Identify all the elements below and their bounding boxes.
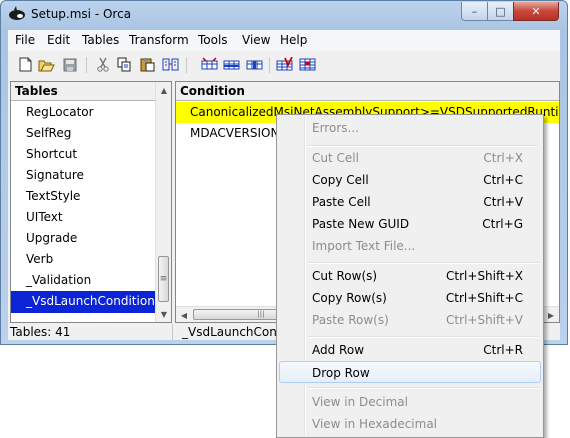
menu-item-drop-row[interactable]: Drop Row [279,361,541,383]
tables-icon[interactable] [201,56,218,73]
tables-scroll-thumb[interactable]: ≡ [158,256,169,302]
paste-icon[interactable] [139,56,156,73]
menu-separator [308,262,538,264]
toolbar-separator [269,57,270,73]
window-title: Setup.msi - Orca [31,7,132,21]
toolbar-separator [86,57,87,73]
new-icon[interactable] [17,56,34,73]
toolbar [8,52,560,78]
close-button[interactable]: ✕ [513,2,559,21]
menu-item-paste-new-guid[interactable]: Paste New GUID Ctrl+G [279,213,541,235]
table-item-reglocator[interactable]: RegLocator [11,102,157,123]
minimize-button[interactable]: – [461,2,488,21]
menu-item-errors[interactable]: Errors... [279,117,541,139]
title-bar[interactable]: Setup.msi - Orca – □ ✕ [1,1,567,29]
cut-icon[interactable] [94,56,111,73]
table-item-vsdlaunchcondition[interactable]: _VsdLaunchCondition [11,291,157,313]
validate-icon[interactable] [276,56,293,73]
find-icon[interactable] [162,56,179,73]
menu-transform[interactable]: Transform [129,33,189,47]
menu-item-cut-cell[interactable]: Cut Cell Ctrl+X [279,147,541,169]
table-item-uitext[interactable]: UIText [11,207,157,228]
copy-icon[interactable] [116,56,133,73]
toolbar-separator [186,57,187,73]
tables-vertical-scrollbar[interactable]: ▲ ≡ ▼ [155,82,171,322]
scroll-left-icon[interactable]: ◀ [176,307,192,323]
menu-item-paste-cell[interactable]: Paste Cell Ctrl+V [279,191,541,213]
table-item-signature[interactable]: Signature [11,165,157,186]
menu-item-copy-rows[interactable]: Copy Row(s) Ctrl+Shift+C [279,287,541,309]
scroll-up-icon[interactable]: ▲ [156,82,172,98]
scroll-right-icon[interactable]: ▶ [543,307,559,323]
menu-item-import-text-file[interactable]: Import Text File... [279,235,541,257]
condition-column-header[interactable]: Condition [176,82,559,101]
menu-item-add-row[interactable]: Add Row Ctrl+R [279,339,541,361]
merge-icon[interactable] [299,56,316,73]
open-icon[interactable] [38,56,55,73]
columns-icon[interactable] [246,56,263,73]
close-icon: ✕ [531,4,541,18]
status-current-table: _VsdLaunchConditi [182,325,280,339]
menu-file[interactable]: File [15,33,35,47]
tables-header[interactable]: Tables [11,82,155,101]
save-icon[interactable] [61,56,78,73]
menu-separator [308,336,538,338]
scroll-down-icon[interactable]: ▼ [156,306,172,322]
orca-app-icon [9,6,25,20]
table-item-shortcut[interactable]: Shortcut [11,144,157,165]
table-item-textstyle[interactable]: TextStyle [11,186,157,207]
menu-view[interactable]: View [242,33,270,47]
menu-edit[interactable]: Edit [47,33,70,47]
menu-separator [308,387,538,389]
menu-item-view-in-decimal[interactable]: View in Decimal [279,391,541,413]
status-tables-count: Tables: 41 [8,324,173,340]
menu-help[interactable]: Help [280,33,307,47]
maximize-button[interactable]: □ [487,2,514,21]
tables-pane: Tables RegLocator SelfReg Shortcut Signa… [10,81,172,323]
table-item-upgrade[interactable]: Upgrade [11,228,157,249]
table-item-validation[interactable]: _Validation [11,270,157,291]
menu-item-view-in-hexadecimal[interactable]: View in Hexadecimal [279,413,541,435]
menu-item-copy-cell[interactable]: Copy Cell Ctrl+C [279,169,541,191]
table-item-selfreg[interactable]: SelfReg [11,123,157,144]
maximize-icon: □ [495,4,506,18]
rows-icon[interactable] [223,56,240,73]
menu-item-paste-rows[interactable]: Paste Row(s) Ctrl+Shift+V [279,309,541,331]
context-menu: Errors... Cut Cell Ctrl+X Copy Cell Ctrl… [276,114,544,438]
menu-tools[interactable]: Tools [198,33,228,47]
menu-tables[interactable]: Tables [82,33,119,47]
menu-bar: File Edit Tables Transform Tools View He… [8,30,560,51]
menu-item-cut-rows[interactable]: Cut Row(s) Ctrl+Shift+X [279,265,541,287]
table-item-verb[interactable]: Verb [11,249,157,270]
minimize-icon: – [471,4,478,18]
